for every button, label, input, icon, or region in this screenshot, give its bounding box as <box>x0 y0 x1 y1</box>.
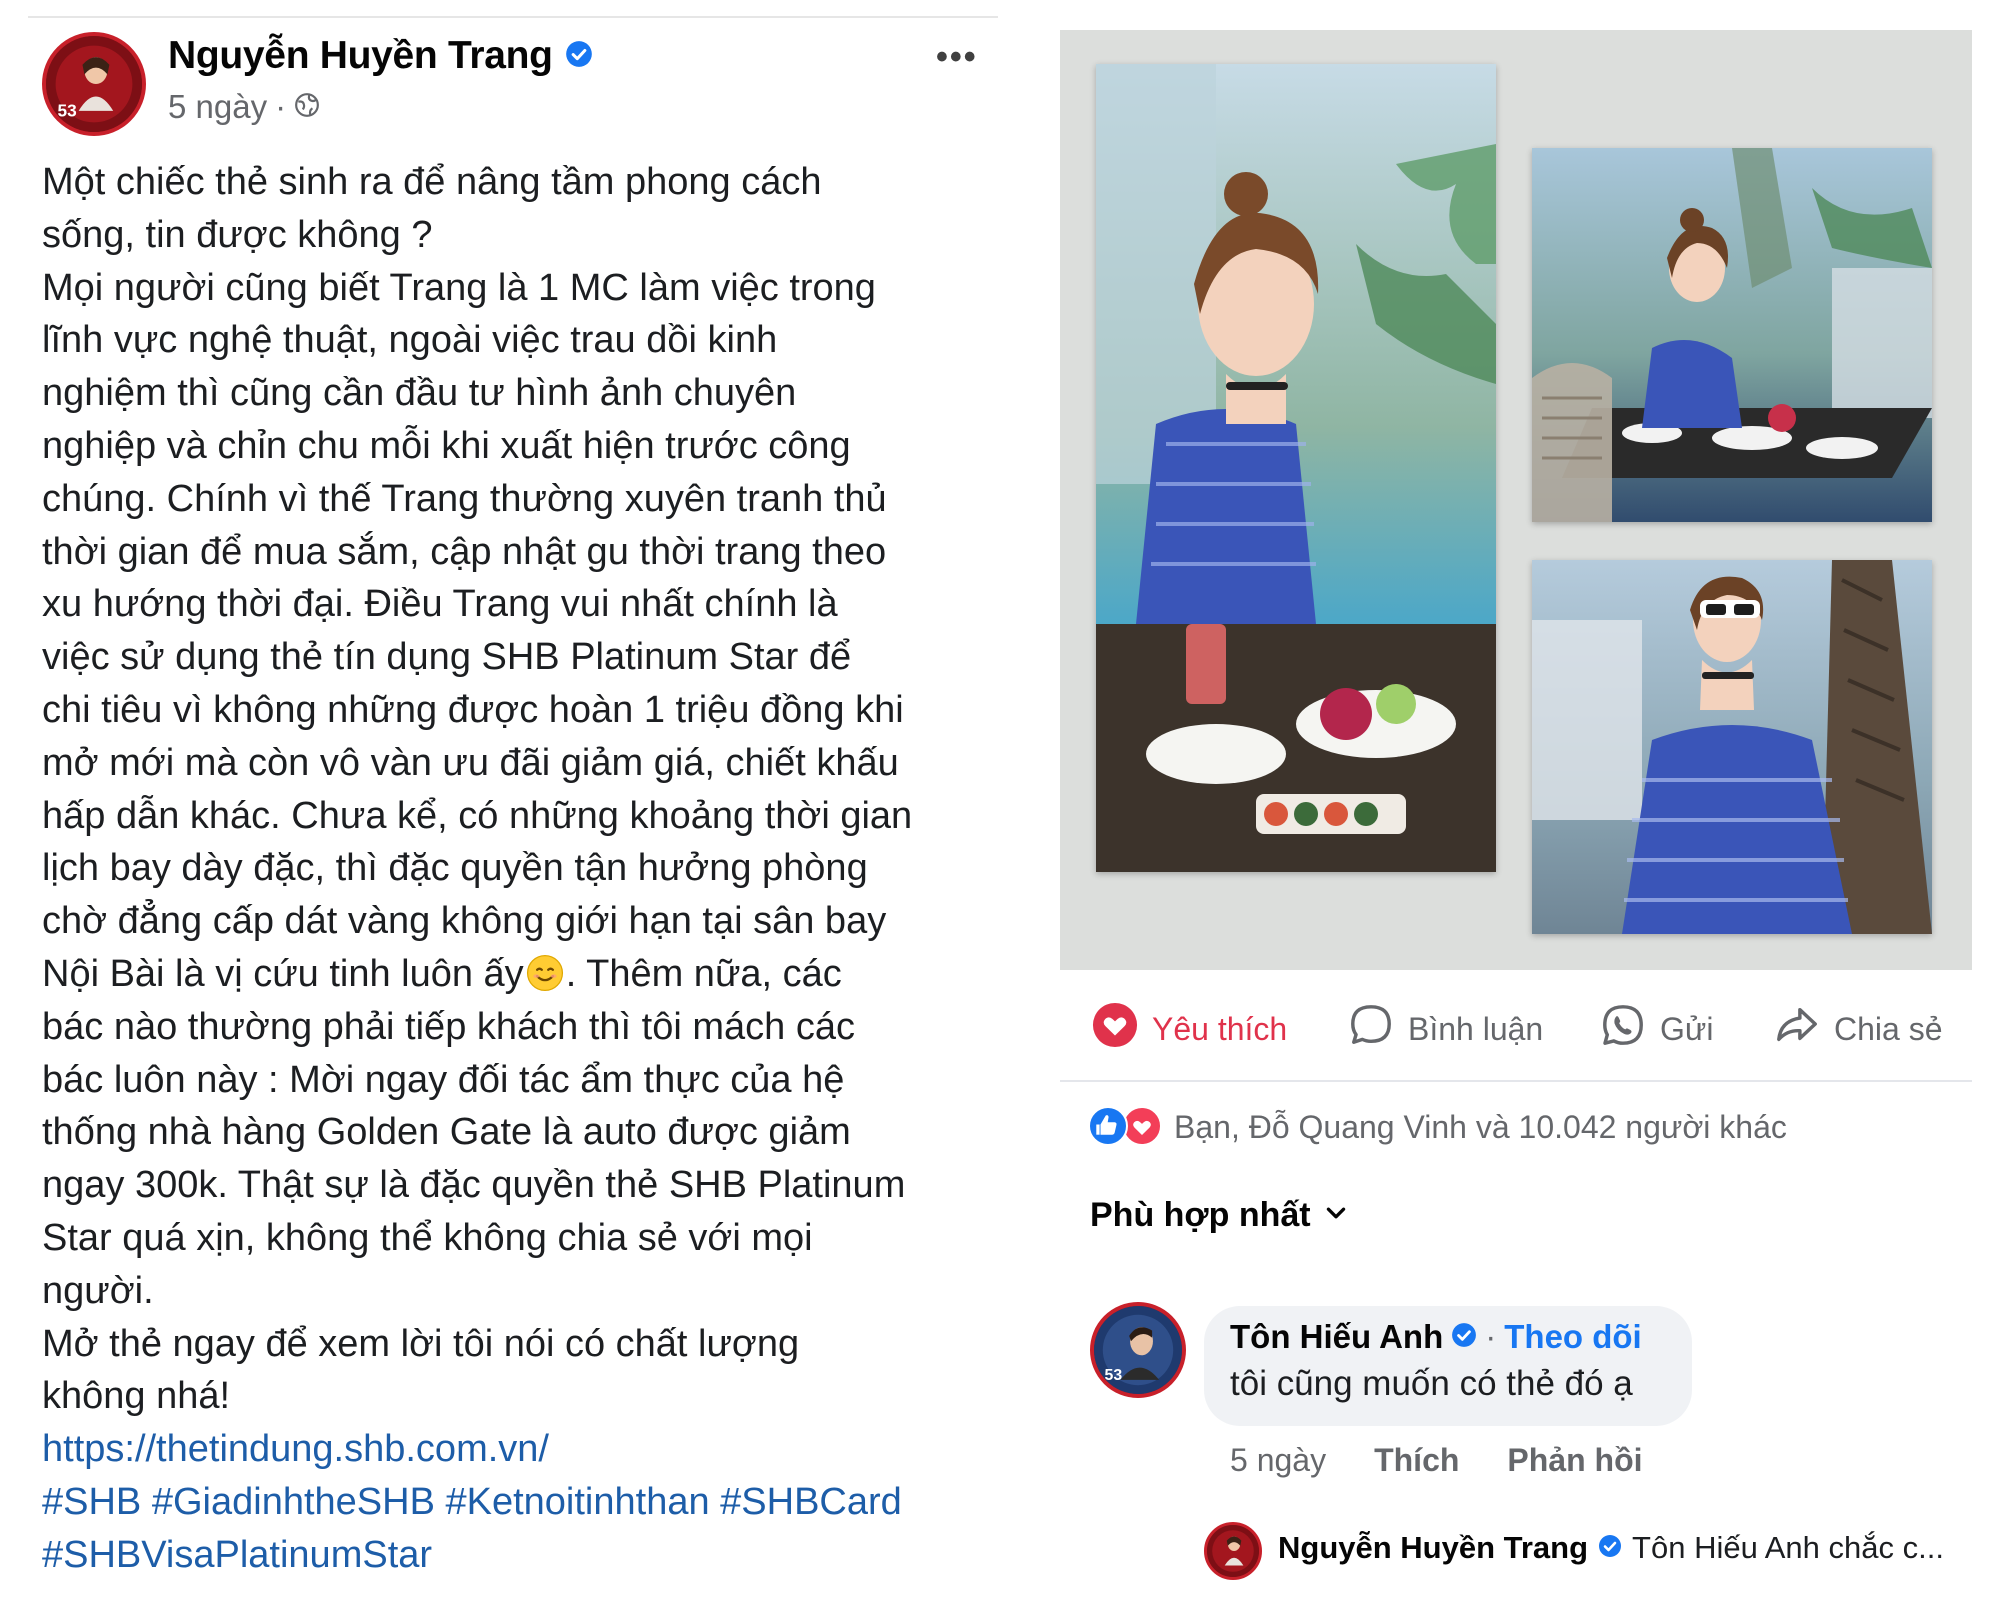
post-text: Một chiếc thẻ sinh ra để nâng tầm phong … <box>42 156 1002 1582</box>
post-line: bác luôn này : Mời ngay đối tác ẩm thực … <box>42 1058 845 1101</box>
post-meta: 5 ngày · <box>168 88 320 126</box>
comment-header: Tôn Hiếu Anh · Theo dõi <box>1230 1318 1666 1356</box>
like-label: Yêu thích <box>1152 1010 1288 1047</box>
share-label: Chia sẻ <box>1834 1010 1943 1047</box>
sort-label: Phù hợp nhất <box>1090 1196 1311 1234</box>
comment-text: tôi cũng muốn có thẻ đó ạ <box>1230 1364 1633 1403</box>
post-line-part: Nội Bài là vị cứu tinh luôn ấy <box>42 952 524 995</box>
post-line: Star quá xịn, không thể không chia sẻ vớ… <box>42 1216 813 1259</box>
reply-author[interactable]: Nguyễn Huyền Trang <box>1278 1530 1588 1566</box>
photo-image <box>1096 64 1496 872</box>
more-options-button[interactable]: ••• <box>936 38 978 77</box>
post-line: nghiệp và chỉn chu mỗi khi xuất hiện trư… <box>42 424 851 467</box>
avatar-badge: 53 <box>1105 1367 1123 1384</box>
post-line: bác nào thường phải tiếp khách thì tôi m… <box>42 1005 855 1048</box>
comment-button[interactable]: Bình luận <box>1348 1002 1543 1056</box>
like-reaction-icon <box>1088 1106 1128 1146</box>
photo-woman-dining[interactable] <box>1096 64 1496 872</box>
author-avatar[interactable]: 53 <box>42 32 146 136</box>
photo-image <box>1532 560 1932 934</box>
hashtag-shbvisaplatinumstar[interactable]: #SHBVisaPlatinumStar <box>42 1534 432 1576</box>
post-line: việc sử dụng thẻ tín dụng SHB Platinum S… <box>42 636 852 679</box>
share-button[interactable]: Chia sẻ <box>1774 1002 1943 1056</box>
heart-icon <box>1092 1002 1138 1056</box>
whatsapp-icon <box>1600 1002 1646 1056</box>
hashtag-shb[interactable]: #SHB <box>42 1481 141 1523</box>
post-link[interactable]: https://thetindung.shb.com.vn/ <box>42 1423 1002 1476</box>
post-line: chi tiêu vì không những được hoàn 1 triệ… <box>42 688 904 731</box>
post-line: ngay 300k. Thật sự là đặc quyền thẻ SHB … <box>42 1164 906 1207</box>
post-line: mở mới mà còn vô vàn ưu đãi giảm giá, ch… <box>42 741 899 784</box>
meta-separator: · <box>275 88 287 125</box>
hashtag-giadinhtheshb[interactable]: #GiadinhtheSHB <box>152 1481 435 1523</box>
reply-avatar-image <box>1207 1525 1259 1577</box>
reply-text: Tôn Hiếu Anh chắc c... <box>1632 1530 1944 1565</box>
reply-avatar[interactable] <box>1204 1522 1262 1580</box>
like-button[interactable]: Yêu thích <box>1092 1002 1287 1056</box>
post-line: lịch bay dày đặc, thì đặc quyền tận hưởn… <box>42 847 868 890</box>
post-line: Mở thẻ ngay để xem lời tôi nói có chất l… <box>42 1322 800 1365</box>
reactions-text: Bạn, Đỗ Quang Vinh và 10.042 người khác <box>1174 1108 1787 1145</box>
photo-collage <box>1060 30 1972 970</box>
globe-icon <box>294 88 320 126</box>
hashtag-line: #SHB #GiadinhtheSHB #Ketnoitinhthan #SHB… <box>42 1476 1002 1529</box>
post-line: hấp dẫn khác. Chưa kể, có những khoảng t… <box>42 794 913 837</box>
actions-divider <box>1060 1080 1972 1082</box>
post-line: Mọi người cũng biết Trang là 1 MC làm vi… <box>42 266 876 309</box>
send-label: Gửi <box>1660 1010 1714 1047</box>
love-reaction-icon <box>1122 1106 1162 1146</box>
hashtag-shbcard[interactable]: #SHBCard <box>720 1481 902 1523</box>
comment-reply-button[interactable]: Phản hồi <box>1507 1442 1642 1479</box>
reaction-icons <box>1088 1106 1164 1148</box>
send-button[interactable]: Gửi <box>1600 1002 1713 1056</box>
post-line-part: . Thêm nữa, các <box>565 952 842 995</box>
post-line: lĩnh vực nghệ thuật, ngoài việc trau dồi… <box>42 319 778 362</box>
verified-icon <box>1451 1318 1477 1356</box>
comment-like-button[interactable]: Thích <box>1374 1442 1459 1479</box>
photo-image <box>1532 148 1932 522</box>
post-header: Nguyễn Huyền Trang <box>168 34 593 78</box>
comment-sort-dropdown[interactable]: Phù hợp nhất <box>1090 1196 1349 1235</box>
photo-woman-table[interactable] <box>1532 148 1932 522</box>
post-line: nghiệm thì cũng cần đầu tư hình ảnh chuy… <box>42 372 797 415</box>
post-line: không nhá! <box>42 1375 231 1418</box>
post-line: chúng. Chính vì thế Trang thường xuyên t… <box>42 477 887 520</box>
comment-bubble: Tôn Hiếu Anh · Theo dõi tôi cũng muốn có… <box>1204 1306 1692 1426</box>
author-avatar-image: 53 <box>46 36 142 132</box>
reply-preview[interactable]: Nguyễn Huyền Trang Tôn Hiếu Anh chắc c..… <box>1278 1530 1944 1566</box>
verified-icon <box>1598 1530 1622 1566</box>
photo-woman-sunglasses[interactable] <box>1532 560 1932 934</box>
comment-icon <box>1348 1002 1394 1056</box>
share-icon <box>1774 1002 1820 1056</box>
verified-icon <box>565 40 593 73</box>
comment-separator: · <box>1485 1318 1497 1355</box>
author-name[interactable]: Nguyễn Huyền Trang <box>168 34 553 78</box>
post: 53 Nguyễn Huyền Trang 5 ngày · ••• Một c… <box>28 18 1008 1600</box>
comment-time[interactable]: 5 ngày <box>1230 1442 1326 1479</box>
post-line: chờ đẳng cấp dát vàng không giới hạn tại… <box>42 900 887 943</box>
follow-button[interactable]: Theo dõi <box>1504 1318 1641 1356</box>
post-line: sống, tin được không ? <box>42 213 433 256</box>
comment-label: Bình luận <box>1408 1010 1544 1047</box>
post-line: người. <box>42 1269 154 1312</box>
post-time[interactable]: 5 ngày <box>168 88 267 126</box>
post-line: Nội Bài là vị cứu tinh luôn ấy . Thêm nữa… <box>42 948 1002 1001</box>
reactions-summary[interactable]: Bạn, Đỗ Quang Vinh và 10.042 người khác <box>1088 1106 1787 1148</box>
post-line: Một chiếc thẻ sinh ra để nâng tầm phong … <box>42 161 822 203</box>
chevron-down-icon <box>1323 1196 1349 1235</box>
post-line: thời gian để mua sắm, cập nhật gu thời t… <box>42 530 887 573</box>
commenter-avatar[interactable]: 53 <box>1090 1302 1186 1398</box>
avatar-badge: 53 <box>58 101 77 121</box>
smiling-face-icon <box>526 954 564 992</box>
action-bar: Yêu thích Bình luận Gửi Chia sẻ <box>1060 990 1972 1070</box>
hashtag-line: #SHBVisaPlatinumStar <box>42 1529 1002 1582</box>
commenter-name[interactable]: Tôn Hiếu Anh <box>1230 1318 1443 1356</box>
hashtag-ketnoitinhthan[interactable]: #Ketnoitinhthan <box>445 1481 709 1523</box>
comment-meta: 5 ngày Thích Phản hồi <box>1230 1442 1643 1479</box>
post-line: thống nhà hàng Golden Gate là auto được … <box>42 1111 851 1154</box>
post-line: xu hướng thời đại. Điều Trang vui nhất c… <box>42 583 838 626</box>
commenter-avatar-image: 53 <box>1094 1306 1182 1394</box>
